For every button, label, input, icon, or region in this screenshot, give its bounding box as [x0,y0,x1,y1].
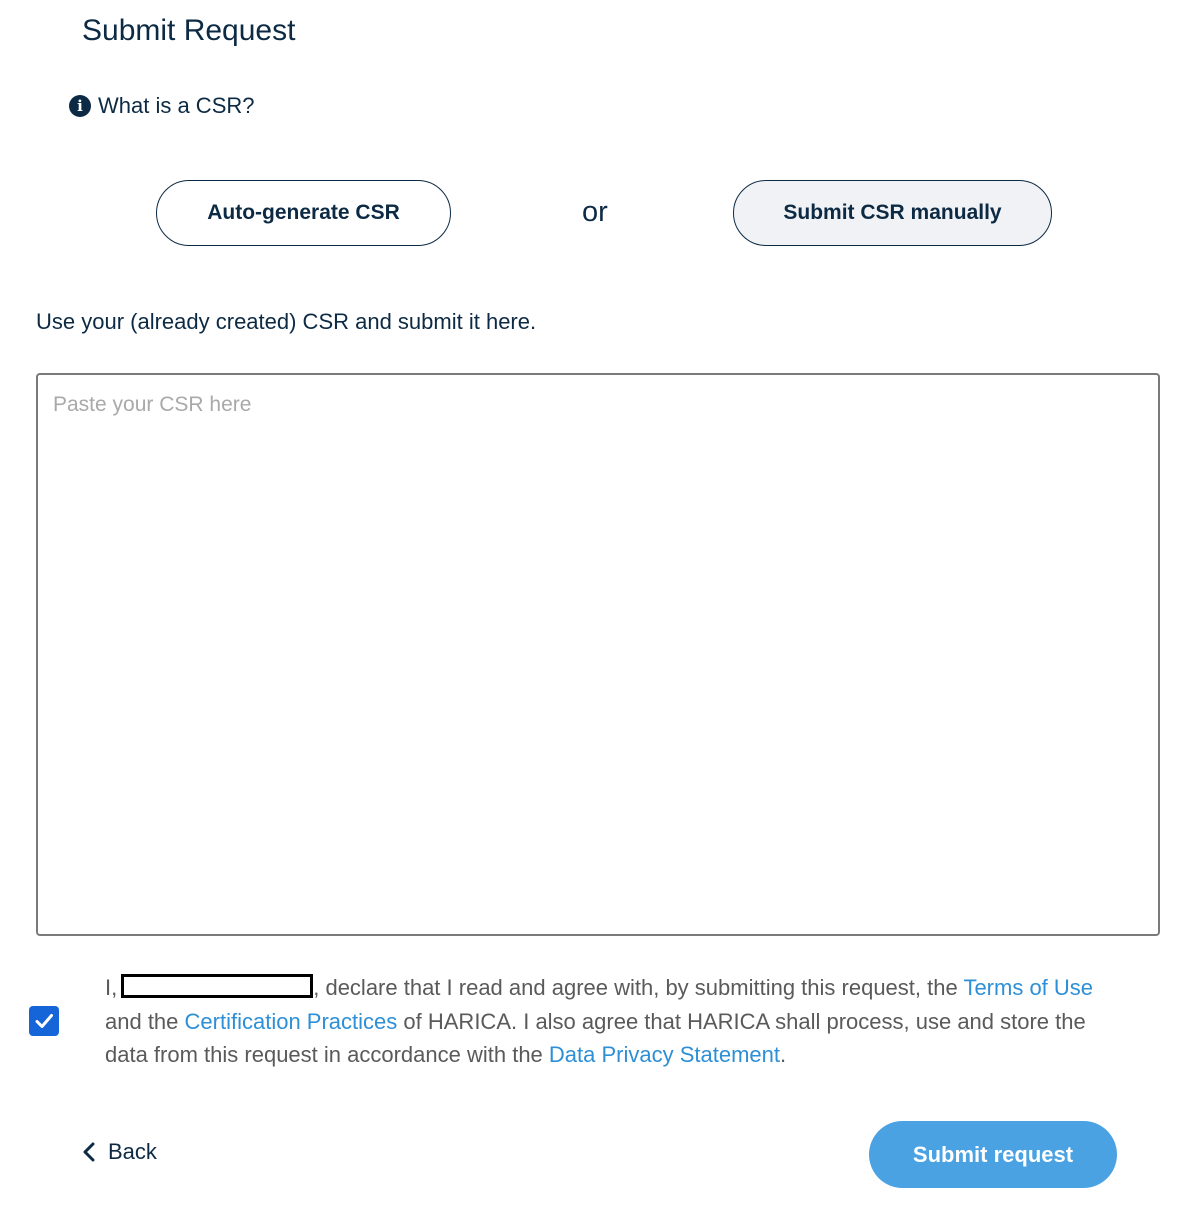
checkmark-icon [35,1014,53,1028]
back-label: Back [108,1139,157,1164]
chevron-left-icon [83,1142,95,1162]
agreement-part2: and the [105,1008,179,1034]
what-is-csr-link[interactable]: i What is a CSR? [69,93,255,119]
certification-practices-link[interactable]: Certification Practices [185,1009,398,1034]
auto-generate-csr-button[interactable]: Auto-generate CSR [156,180,451,246]
submit-request-button[interactable]: Submit request [869,1121,1117,1188]
instructions-text: Use your (already created) CSR and submi… [36,309,537,334]
data-privacy-statement-link[interactable]: Data Privacy Statement [549,1042,780,1067]
agreement-part1: , declare that I read and agree with, by… [313,975,958,1000]
redacted-name-box [121,974,314,998]
submit-csr-manually-button[interactable]: Submit CSR manually [733,180,1052,246]
page-title: Submit Request [82,14,296,47]
agreement-suffix: . [780,1042,787,1067]
or-separator: or [582,196,608,228]
submit-request-page: Submit Request i What is a CSR? Auto-gen… [0,0,1198,1218]
agreement-prefix: I, [105,975,118,1000]
csr-input[interactable] [36,373,1160,936]
info-circle-icon: i [69,95,91,117]
agreement-text: I, , declare that I read and agree with, … [105,971,1125,1072]
back-button[interactable]: Back [82,1139,157,1165]
terms-of-use-link[interactable]: Terms of Use [963,975,1093,1000]
agreement-checkbox[interactable] [29,1006,59,1036]
what-is-csr-label: What is a CSR? [98,93,255,118]
